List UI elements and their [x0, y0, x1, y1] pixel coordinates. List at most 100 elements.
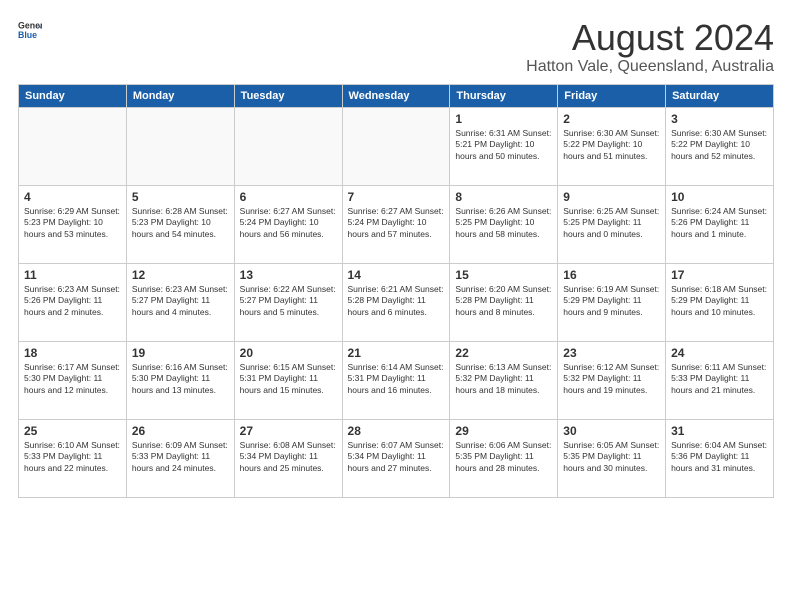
day-number: 3 [671, 112, 768, 126]
calendar-cell: 31 Sunrise: 6:04 AM Sunset: 5:36 PM Dayli… [666, 419, 774, 497]
calendar-cell: 8 Sunrise: 6:26 AM Sunset: 5:25 PM Daylig… [450, 185, 558, 263]
calendar-week-2: 11 Sunrise: 6:23 AM Sunset: 5:26 PM Dayli… [19, 263, 774, 341]
col-monday: Monday [126, 84, 234, 107]
calendar-week-1: 4Sunrise: 6:29 AM Sunset: 5:23 PM Daylig… [19, 185, 774, 263]
calendar-header-row: Sunday Monday Tuesday Wednesday Thursday… [19, 84, 774, 107]
calendar-cell: 1Sunrise: 6:31 AM Sunset: 5:21 PM Daylig… [450, 107, 558, 185]
day-number: 17 [671, 268, 768, 282]
day-info: Sunrise: 6:23 AM Sunset: 5:26 PM Dayligh… [24, 284, 121, 320]
day-info: Sunrise: 6:13 AM Sunset: 5:32 PM Dayligh… [455, 362, 552, 398]
day-number: 7 [348, 190, 445, 204]
calendar-week-4: 25 Sunrise: 6:10 AM Sunset: 5:33 PM Dayli… [19, 419, 774, 497]
day-number: 14 [348, 268, 445, 282]
col-tuesday: Tuesday [234, 84, 342, 107]
calendar-cell [19, 107, 127, 185]
page: General Blue August 2024 Hatton Vale, Qu… [0, 0, 792, 612]
day-number: 11 [24, 268, 121, 282]
sub-title: Hatton Vale, Queensland, Australia [526, 58, 774, 76]
day-number: 24 [671, 346, 768, 360]
day-info: Sunrise: 6:20 AM Sunset: 5:28 PM Dayligh… [455, 284, 552, 320]
logo-icon: General Blue [18, 18, 42, 42]
day-info: Sunrise: 6:23 AM Sunset: 5:27 PM Dayligh… [132, 284, 229, 320]
day-number: 13 [240, 268, 337, 282]
calendar-cell: 13 Sunrise: 6:22 AM Sunset: 5:27 PM Dayli… [234, 263, 342, 341]
day-info: Sunrise: 6:07 AM Sunset: 5:34 PM Dayligh… [348, 440, 445, 476]
calendar-cell: 25 Sunrise: 6:10 AM Sunset: 5:33 PM Dayli… [19, 419, 127, 497]
day-info: Sunrise: 6:10 AM Sunset: 5:33 PM Dayligh… [24, 440, 121, 476]
header: General Blue August 2024 Hatton Vale, Qu… [18, 18, 774, 76]
calendar-cell: 9 Sunrise: 6:25 AM Sunset: 5:25 PM Daylig… [558, 185, 666, 263]
day-info: Sunrise: 6:21 AM Sunset: 5:28 PM Dayligh… [348, 284, 445, 320]
calendar-cell: 4Sunrise: 6:29 AM Sunset: 5:23 PM Daylig… [19, 185, 127, 263]
day-number: 12 [132, 268, 229, 282]
day-info: Sunrise: 6:18 AM Sunset: 5:29 PM Dayligh… [671, 284, 768, 320]
day-number: 29 [455, 424, 552, 438]
calendar-cell: 2Sunrise: 6:30 AM Sunset: 5:22 PM Daylig… [558, 107, 666, 185]
calendar-cell: 3 Sunrise: 6:30 AM Sunset: 5:22 PM Daylig… [666, 107, 774, 185]
day-number: 1 [455, 112, 552, 126]
calendar-cell [234, 107, 342, 185]
calendar-cell: 20 Sunrise: 6:15 AM Sunset: 5:31 PM Dayli… [234, 341, 342, 419]
svg-text:General: General [18, 20, 42, 30]
calendar-cell: 26 Sunrise: 6:09 AM Sunset: 5:33 PM Dayli… [126, 419, 234, 497]
day-info: Sunrise: 6:28 AM Sunset: 5:23 PM Dayligh… [132, 206, 229, 242]
calendar-cell: 21Sunrise: 6:14 AM Sunset: 5:31 PM Dayli… [342, 341, 450, 419]
calendar-cell: 6Sunrise: 6:27 AM Sunset: 5:24 PM Daylig… [234, 185, 342, 263]
calendar-cell: 11 Sunrise: 6:23 AM Sunset: 5:26 PM Dayli… [19, 263, 127, 341]
day-info: Sunrise: 6:16 AM Sunset: 5:30 PM Dayligh… [132, 362, 229, 398]
day-number: 22 [455, 346, 552, 360]
day-info: Sunrise: 6:09 AM Sunset: 5:33 PM Dayligh… [132, 440, 229, 476]
calendar-cell: 12 Sunrise: 6:23 AM Sunset: 5:27 PM Dayli… [126, 263, 234, 341]
day-info: Sunrise: 6:11 AM Sunset: 5:33 PM Dayligh… [671, 362, 768, 398]
day-info: Sunrise: 6:04 AM Sunset: 5:36 PM Dayligh… [671, 440, 768, 476]
day-number: 8 [455, 190, 552, 204]
col-wednesday: Wednesday [342, 84, 450, 107]
calendar-cell: 27Sunrise: 6:08 AM Sunset: 5:34 PM Dayli… [234, 419, 342, 497]
day-number: 20 [240, 346, 337, 360]
day-number: 9 [563, 190, 660, 204]
main-title: August 2024 [526, 18, 774, 58]
calendar-week-3: 18Sunrise: 6:17 AM Sunset: 5:30 PM Dayli… [19, 341, 774, 419]
col-friday: Friday [558, 84, 666, 107]
calendar-cell: 17 Sunrise: 6:18 AM Sunset: 5:29 PM Dayli… [666, 263, 774, 341]
calendar-week-0: 1Sunrise: 6:31 AM Sunset: 5:21 PM Daylig… [19, 107, 774, 185]
day-number: 23 [563, 346, 660, 360]
day-info: Sunrise: 6:25 AM Sunset: 5:25 PM Dayligh… [563, 206, 660, 242]
day-info: Sunrise: 6:26 AM Sunset: 5:25 PM Dayligh… [455, 206, 552, 242]
calendar: Sunday Monday Tuesday Wednesday Thursday… [18, 84, 774, 498]
calendar-cell: 14 Sunrise: 6:21 AM Sunset: 5:28 PM Dayli… [342, 263, 450, 341]
day-number: 16 [563, 268, 660, 282]
calendar-cell [126, 107, 234, 185]
day-info: Sunrise: 6:08 AM Sunset: 5:34 PM Dayligh… [240, 440, 337, 476]
day-number: 15 [455, 268, 552, 282]
calendar-cell: 19 Sunrise: 6:16 AM Sunset: 5:30 PM Dayli… [126, 341, 234, 419]
day-info: Sunrise: 6:19 AM Sunset: 5:29 PM Dayligh… [563, 284, 660, 320]
day-info: Sunrise: 6:30 AM Sunset: 5:22 PM Dayligh… [671, 128, 768, 164]
calendar-cell [342, 107, 450, 185]
day-number: 21 [348, 346, 445, 360]
day-number: 28 [348, 424, 445, 438]
day-info: Sunrise: 6:15 AM Sunset: 5:31 PM Dayligh… [240, 362, 337, 398]
col-thursday: Thursday [450, 84, 558, 107]
day-number: 31 [671, 424, 768, 438]
logo: General Blue [18, 18, 42, 42]
calendar-cell: 5 Sunrise: 6:28 AM Sunset: 5:23 PM Daylig… [126, 185, 234, 263]
day-number: 4 [24, 190, 121, 204]
calendar-cell: 24 Sunrise: 6:11 AM Sunset: 5:33 PM Dayli… [666, 341, 774, 419]
day-number: 18 [24, 346, 121, 360]
day-info: Sunrise: 6:12 AM Sunset: 5:32 PM Dayligh… [563, 362, 660, 398]
calendar-cell: 15 Sunrise: 6:20 AM Sunset: 5:28 PM Dayli… [450, 263, 558, 341]
calendar-cell: 22 Sunrise: 6:13 AM Sunset: 5:32 PM Dayli… [450, 341, 558, 419]
day-number: 25 [24, 424, 121, 438]
col-saturday: Saturday [666, 84, 774, 107]
calendar-cell: 28 Sunrise: 6:07 AM Sunset: 5:34 PM Dayli… [342, 419, 450, 497]
day-number: 26 [132, 424, 229, 438]
day-number: 5 [132, 190, 229, 204]
day-info: Sunrise: 6:22 AM Sunset: 5:27 PM Dayligh… [240, 284, 337, 320]
day-info: Sunrise: 6:27 AM Sunset: 5:24 PM Dayligh… [240, 206, 337, 242]
day-number: 19 [132, 346, 229, 360]
day-info: Sunrise: 6:27 AM Sunset: 5:24 PM Dayligh… [348, 206, 445, 242]
day-info: Sunrise: 6:30 AM Sunset: 5:22 PM Dayligh… [563, 128, 660, 164]
day-number: 10 [671, 190, 768, 204]
calendar-cell: 23 Sunrise: 6:12 AM Sunset: 5:32 PM Dayli… [558, 341, 666, 419]
